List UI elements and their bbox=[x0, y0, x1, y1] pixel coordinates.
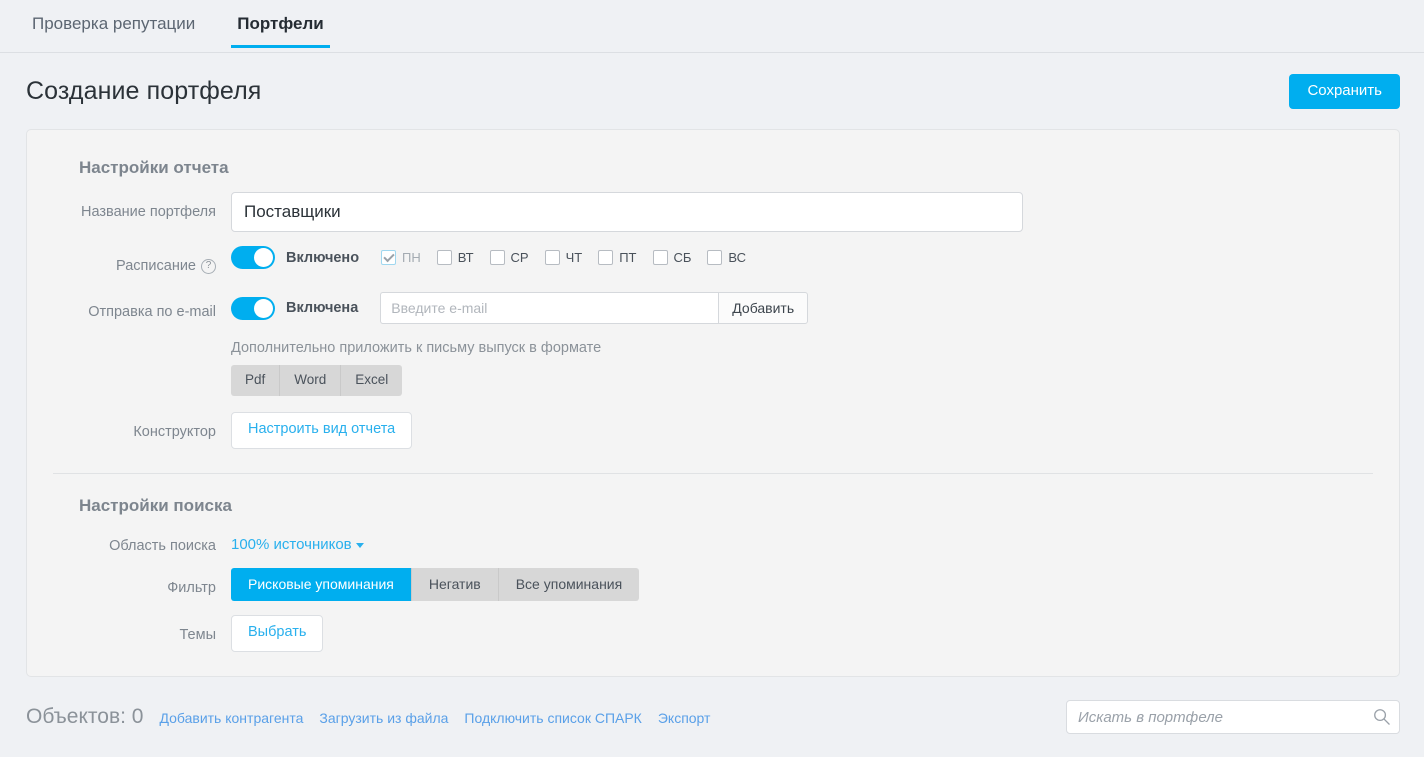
checkbox-thu[interactable] bbox=[544, 250, 560, 265]
upload-from-file-link[interactable]: Загрузить из файла bbox=[319, 710, 448, 726]
save-button[interactable]: Сохранить bbox=[1289, 73, 1400, 110]
email-input[interactable] bbox=[380, 292, 719, 324]
row-constructor: Конструктор Настроить вид отчета bbox=[53, 412, 1373, 449]
weekday-mon-label: ПН bbox=[402, 250, 421, 265]
checkbox-tue[interactable] bbox=[436, 250, 452, 265]
constructor-label: Конструктор bbox=[133, 424, 216, 441]
schedule-toggle-text: Включено bbox=[286, 249, 360, 266]
page-title: Создание портфеля bbox=[26, 77, 262, 105]
weekday-tue-label: ВТ bbox=[457, 250, 474, 265]
search-scope-dropdown[interactable]: 100% источников bbox=[231, 530, 364, 553]
checkbox-wed[interactable] bbox=[489, 250, 505, 265]
export-link[interactable]: Экспорт bbox=[658, 710, 711, 726]
weekday-sun-label: ВС bbox=[728, 250, 747, 265]
search-scope-value: 100% источников bbox=[231, 535, 352, 553]
weekday-wed-label: СР bbox=[510, 250, 529, 265]
email-toggle-text: Включена bbox=[286, 300, 359, 316]
select-topics-button[interactable]: Выбрать bbox=[231, 615, 324, 652]
schedule-toggle-knob bbox=[254, 248, 273, 267]
weekday-sat-label: СБ bbox=[673, 250, 692, 265]
search-settings-heading: Настройки поиска bbox=[79, 495, 232, 515]
email-label: Отправка по e-mail bbox=[88, 304, 216, 320]
email-toggle-knob bbox=[254, 298, 273, 318]
weekday-thu-label: ЧТ bbox=[565, 250, 583, 265]
weekday-sun[interactable]: ВС bbox=[707, 250, 746, 265]
checkbox-sat[interactable] bbox=[652, 250, 668, 265]
row-portfolio-name: Название портфеля bbox=[53, 192, 1373, 232]
row-schedule: Расписание ? Включено ПН ВТ СР ЧТ ПТ СБ … bbox=[53, 246, 1373, 278]
weekday-checkbox-group: ПН ВТ СР ЧТ ПТ СБ ВС bbox=[381, 250, 746, 265]
filter-segmented-group: Рисковые упоминания Негатив Все упоминан… bbox=[231, 567, 640, 602]
row-search-scope: Область поиска 100% источников bbox=[53, 530, 1373, 558]
chevron-down-icon bbox=[355, 542, 364, 548]
weekday-wed[interactable]: СР bbox=[489, 250, 529, 265]
schedule-label: Расписание bbox=[116, 258, 196, 274]
tab-reputation-check[interactable]: Проверка репутации bbox=[26, 0, 201, 47]
portfolio-name-input[interactable] bbox=[231, 192, 1023, 232]
connect-spark-list-link[interactable]: Подключить список СПАРК bbox=[464, 710, 641, 726]
portfolio-search bbox=[1066, 700, 1400, 734]
row-topics: Темы Выбрать bbox=[53, 615, 1373, 652]
question-mark-icon[interactable]: ? bbox=[201, 258, 216, 274]
email-input-group: Добавить bbox=[380, 292, 809, 324]
filter-all-mentions-button[interactable]: Все упоминания bbox=[498, 567, 640, 602]
weekday-fri-label: ПТ bbox=[619, 250, 637, 265]
footer-bar: Объектов: 0 Добавить контрагента Загрузи… bbox=[0, 693, 1424, 741]
section-divider bbox=[53, 472, 1373, 474]
format-pdf-button[interactable]: Pdf bbox=[231, 365, 281, 397]
format-word-button[interactable]: Word bbox=[280, 365, 342, 397]
report-settings-heading: Настройки отчета bbox=[79, 158, 229, 177]
attachment-format-group: Pdf Word Excel bbox=[231, 365, 403, 397]
checkbox-fri[interactable] bbox=[598, 250, 614, 265]
email-toggle[interactable] bbox=[231, 296, 275, 320]
settings-card: Настройки отчета Название портфеля Распи… bbox=[26, 129, 1400, 677]
checkbox-mon[interactable] bbox=[381, 250, 397, 265]
page-header: Создание портфеля Сохранить bbox=[0, 53, 1424, 113]
add-email-button[interactable]: Добавить bbox=[718, 292, 809, 324]
filter-risky-mentions-button[interactable]: Рисковые упоминания bbox=[231, 567, 412, 602]
app-root: Проверка репутации Портфели Создание пор… bbox=[0, 0, 1424, 757]
row-email: Отправка по e-mail Включена Добавить Доп… bbox=[53, 292, 1373, 397]
filter-label: Фильтр bbox=[167, 579, 216, 596]
weekday-mon[interactable]: ПН bbox=[381, 250, 421, 265]
add-counterparty-link[interactable]: Добавить контрагента bbox=[159, 710, 303, 726]
objects-count: Объектов: 0 bbox=[26, 705, 144, 728]
row-filter: Фильтр Рисковые упоминания Негатив Все у… bbox=[53, 567, 1373, 602]
portfolio-name-label: Название портфеля bbox=[81, 204, 216, 220]
schedule-toggle[interactable] bbox=[231, 246, 275, 269]
weekday-thu[interactable]: ЧТ bbox=[544, 250, 583, 265]
topics-label: Темы bbox=[179, 627, 217, 644]
main-tabbar: Проверка репутации Портфели bbox=[0, 0, 1424, 53]
tab-portfolios[interactable]: Портфели bbox=[231, 0, 331, 49]
search-scope-label: Область поиска bbox=[109, 537, 216, 554]
format-excel-button[interactable]: Excel bbox=[341, 365, 403, 397]
checkbox-sun[interactable] bbox=[707, 250, 723, 265]
weekday-tue[interactable]: ВТ bbox=[436, 250, 474, 265]
portfolio-search-input[interactable] bbox=[1066, 700, 1400, 734]
footer-actions: Объектов: 0 Добавить контрагента Загрузи… bbox=[26, 705, 710, 729]
filter-negative-button[interactable]: Негатив bbox=[411, 567, 499, 602]
weekday-fri[interactable]: ПТ bbox=[598, 250, 637, 265]
weekday-sat[interactable]: СБ bbox=[652, 250, 692, 265]
attachment-format-hint: Дополнительно приложить к письму выпуск … bbox=[231, 340, 602, 356]
schedule-label-wrap: Расписание ? bbox=[53, 246, 231, 278]
configure-report-view-button[interactable]: Настроить вид отчета bbox=[231, 412, 413, 449]
